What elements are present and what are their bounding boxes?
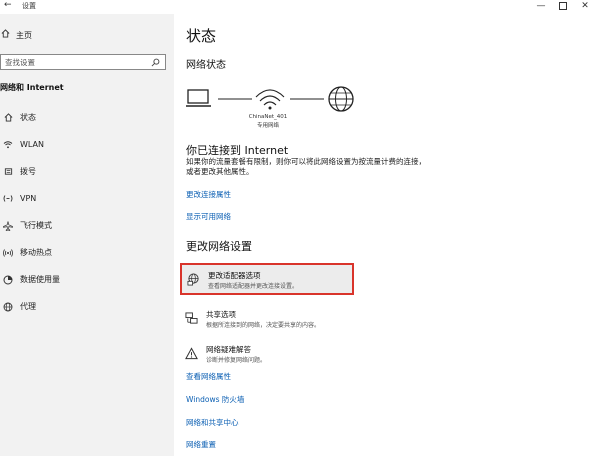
sidebar-section-title: 网络和 Internet (0, 83, 64, 92)
sidebar-home-label: 主页 (16, 30, 32, 40)
sidebar: 主页 网络和 Internet 状态 WLAN 拨号 (0, 14, 174, 456)
sidebar-item-label: 飞行模式 (20, 221, 52, 230)
app-title: 设置 (22, 2, 36, 10)
laptop-icon (186, 89, 211, 107)
search-box[interactable] (0, 54, 166, 70)
data-usage-icon (3, 275, 13, 285)
network-type: 专用网络 (256, 123, 279, 129)
network-status-heading: 网络状态 (186, 60, 226, 71)
title-bar: ← 设置 — ✕ (0, 0, 600, 14)
adapter-options-item[interactable]: 更改适配器选项 查看网络适配器并更改连接设置。 (180, 263, 354, 295)
home-icon (1, 29, 11, 41)
minimize-icon: — (536, 1, 546, 11)
option-title: 更改适配器选项 (208, 271, 261, 280)
connected-title: 你已连接到 Internet (186, 144, 289, 157)
sidebar-item-dialup[interactable]: 拨号 (0, 158, 174, 185)
change-network-settings-heading: 更改网络设置 (186, 240, 252, 253)
globe-icon (328, 86, 354, 112)
windows-firewall-link[interactable]: Windows 防火墙 (186, 394, 244, 405)
sidebar-item-label: 状态 (20, 113, 36, 122)
maximize-icon (559, 2, 567, 10)
sidebar-item-label: VPN (20, 194, 37, 203)
sharing-icon (184, 311, 198, 325)
option-title: 网络疑难解答 (206, 345, 251, 354)
sharing-options-item[interactable]: 共享选项 根据所连接到的网络，决定要共享的内容。 (180, 304, 354, 336)
sidebar-item-label: 代理 (20, 302, 36, 311)
option-description: 根据所连接到的网络，决定要共享的内容。 (206, 322, 321, 329)
sidebar-item-vpn[interactable]: VPN (0, 185, 174, 212)
search-icon[interactable] (149, 56, 161, 68)
close-button[interactable]: ✕ (574, 0, 596, 12)
sidebar-item-label: 数据使用量 (20, 275, 60, 284)
network-troubleshooter-item[interactable]: 网络疑难解答 诊断并修复网络问题。 (180, 339, 354, 371)
show-available-networks-link[interactable]: 显示可用网络 (186, 211, 231, 222)
warning-icon (184, 346, 198, 360)
maximize-button[interactable] (552, 0, 574, 12)
close-icon: ✕ (581, 1, 589, 11)
sidebar-item-label: 拨号 (20, 167, 36, 176)
search-input[interactable] (1, 57, 135, 67)
sidebar-item-label: WLAN (20, 140, 45, 149)
network-reset-link[interactable]: 网络重置 (186, 439, 216, 450)
vpn-icon (3, 194, 13, 204)
sidebar-item-hotspot[interactable]: 移动热点 (0, 239, 174, 266)
proxy-globe-icon (3, 302, 13, 312)
wifi-icon (3, 140, 13, 150)
sidebar-home[interactable]: 主页 (0, 27, 32, 43)
sidebar-list: 状态 WLAN 拨号 VPN 飞行模式 移动热点 数据使用量 代理 (0, 104, 174, 320)
airplane-icon (3, 220, 13, 231)
window-controls: — ✕ (530, 0, 596, 12)
change-connection-properties-link[interactable]: 更改连接属性 (186, 189, 231, 200)
adapter-icon (186, 272, 200, 286)
sidebar-item-proxy[interactable]: 代理 (0, 293, 174, 320)
network-sharing-center-link[interactable]: 网络和共享中心 (186, 417, 239, 428)
main-content: 状态 网络状态 ChinaNet_401 专用网络 你已连接到 Internet… (174, 14, 600, 456)
hotspot-icon (3, 248, 13, 258)
sidebar-item-status[interactable]: 状态 (0, 104, 174, 131)
page-title: 状态 (186, 27, 217, 45)
option-description: 诊断并修复网络问题。 (206, 357, 267, 364)
dialup-icon (3, 167, 13, 177)
connected-description: 如果你的流量套餐有限制，则你可以将此网络设置为按流量计费的连接，或者更改其他属性… (186, 157, 426, 176)
wifi-icon (255, 89, 285, 110)
sidebar-item-airplane[interactable]: 飞行模式 (0, 212, 174, 239)
home-icon (3, 113, 13, 123)
view-network-properties-link[interactable]: 查看网络属性 (186, 371, 231, 382)
sidebar-item-wlan[interactable]: WLAN (0, 131, 174, 158)
network-name: ChinaNet_401 (248, 114, 288, 120)
sidebar-item-data-usage[interactable]: 数据使用量 (0, 266, 174, 293)
option-title: 共享选项 (206, 310, 236, 319)
back-arrow-icon[interactable]: ← (4, 0, 12, 10)
option-description: 查看网络适配器并更改连接设置。 (208, 283, 299, 290)
minimize-button[interactable]: — (530, 0, 552, 12)
sidebar-item-label: 移动热点 (20, 248, 52, 257)
